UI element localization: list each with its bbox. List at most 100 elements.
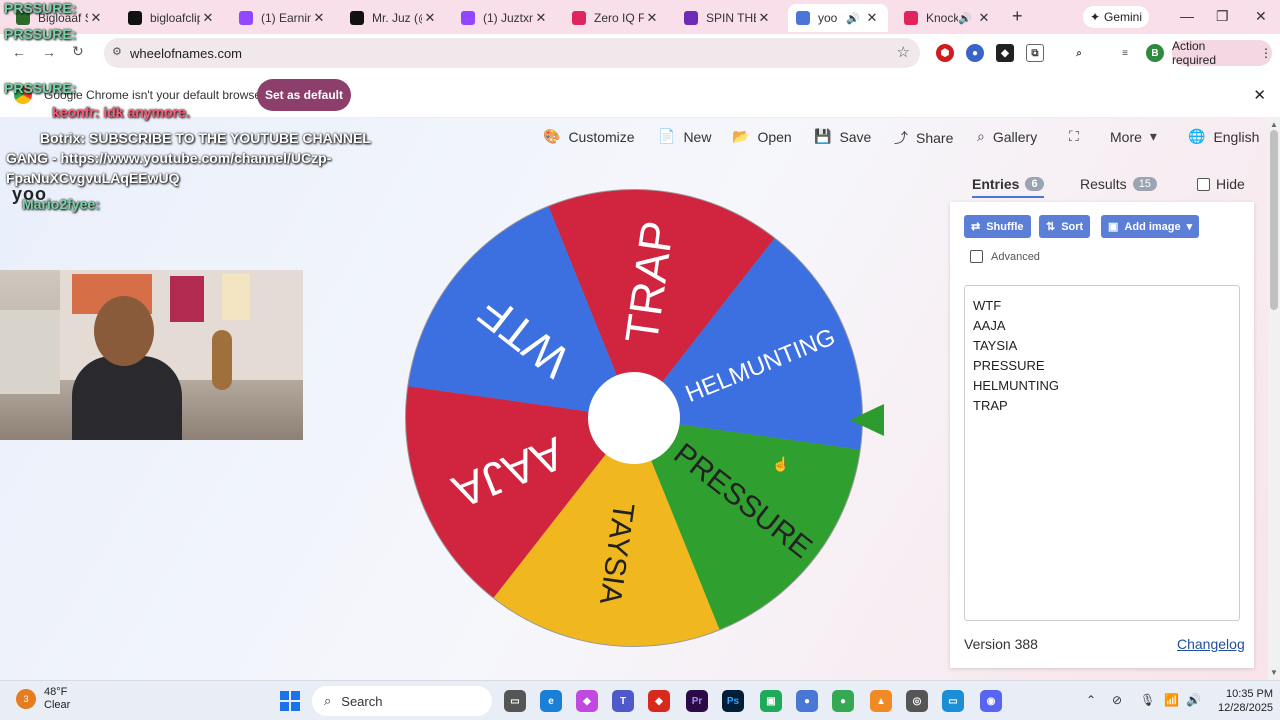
browser-tab[interactable]: yoo 🔊 ✕ bbox=[788, 4, 888, 32]
volume-icon[interactable]: 🔊 bbox=[1186, 693, 1201, 707]
start-button[interactable] bbox=[280, 691, 300, 711]
task-view-icon[interactable]: ▭ bbox=[504, 690, 526, 712]
extension-circle-icon[interactable]: ● bbox=[966, 44, 984, 62]
obs-icon[interactable]: ◎ bbox=[906, 690, 928, 712]
sort-button[interactable]: ⇅ Sort bbox=[1039, 215, 1091, 238]
red-app-icon[interactable]: ◆ bbox=[648, 690, 670, 712]
wifi-icon[interactable]: 📶 bbox=[1164, 693, 1179, 707]
tab-title: bigloafclips bbox=[150, 11, 200, 25]
browser-tab[interactable]: Knock Y🔊 ✕ bbox=[896, 4, 1000, 32]
taskbar-clock[interactable]: 10:35 PM 12/28/2025 bbox=[1218, 687, 1273, 715]
add-image-button[interactable]: ▣ Add image ▾ bbox=[1101, 215, 1200, 238]
browser-tab[interactable]: SPIN THE W✕ bbox=[676, 4, 780, 32]
taskbar-search[interactable]: ⌕ Search bbox=[312, 686, 492, 716]
tab-entries[interactable]: Entries 6 bbox=[972, 176, 1044, 198]
advanced-toggle[interactable]: Advanced bbox=[970, 250, 1040, 263]
open-button[interactable]: 📂 Open bbox=[732, 128, 792, 145]
edge-icon[interactable]: e bbox=[540, 690, 562, 712]
entries-textarea[interactable]: WTF AAJA TAYSIA PRESSURE HELMUNTING TRAP bbox=[964, 285, 1240, 621]
close-tab-icon[interactable]: ✕ bbox=[976, 10, 992, 26]
language-button[interactable]: 🌐 English bbox=[1188, 128, 1259, 145]
tab-title: (1) Earnings bbox=[261, 11, 311, 25]
close-icon[interactable]: ✕ bbox=[1253, 86, 1266, 104]
site-info-icon[interactable]: ⚙ bbox=[112, 45, 122, 58]
fullscreen-button[interactable]: ⛶ bbox=[1069, 128, 1079, 145]
gallery-button[interactable]: ⌕ Gallery bbox=[977, 128, 1037, 145]
tab-results[interactable]: Results 15 bbox=[1080, 176, 1157, 192]
customize-button[interactable]: 🎨 Customize bbox=[543, 128, 635, 145]
new-button[interactable]: 📄 New bbox=[658, 128, 711, 145]
browser-tab[interactable]: Zero IQ Fre✕ bbox=[564, 4, 668, 32]
profile-avatar[interactable]: B bbox=[1146, 44, 1164, 62]
forward-icon[interactable]: → bbox=[42, 44, 56, 60]
desktop-app-icon[interactable]: ▭ bbox=[942, 690, 964, 712]
more-button[interactable]: More ▾ bbox=[1110, 128, 1157, 145]
scroll-down-icon[interactable]: ▼ bbox=[1270, 668, 1278, 677]
set-default-button[interactable]: Set as default bbox=[257, 79, 351, 111]
teams-icon[interactable]: T bbox=[612, 690, 634, 712]
entry-line: AAJA bbox=[973, 318, 1006, 333]
premiere-icon[interactable]: Pr bbox=[686, 690, 708, 712]
close-tab-icon[interactable]: ✕ bbox=[533, 10, 549, 26]
close-tab-icon[interactable]: ✕ bbox=[422, 10, 438, 26]
scroll-up-icon[interactable]: ▲ bbox=[1270, 120, 1278, 129]
extension-adblock-icon[interactable]: ⬢ bbox=[936, 44, 954, 62]
gemini-icon: ✦ bbox=[1089, 10, 1101, 24]
browser-tab[interactable]: Mr. Juz (@m✕ bbox=[342, 4, 446, 32]
page-scrollbar[interactable]: ▲ ▼ bbox=[1268, 118, 1280, 680]
extensions-puzzle-icon[interactable]: ⧉ bbox=[1026, 44, 1044, 62]
browser-tab[interactable]: (1) Juztxn's✕ bbox=[453, 4, 557, 32]
media-controls-icon[interactable]: ≡ bbox=[1116, 44, 1134, 62]
minimize-icon[interactable]: — bbox=[1180, 8, 1194, 24]
advanced-checkbox[interactable] bbox=[970, 250, 983, 263]
bookmark-star-icon[interactable]: ☆ bbox=[897, 43, 910, 61]
tab-audio-icon[interactable]: 🔊 bbox=[958, 12, 972, 25]
tray-overflow-icon[interactable]: ⌃ bbox=[1086, 693, 1096, 707]
entries-panel: ⇄ Shuffle ⇅ Sort ▣ Add image ▾ Advanced … bbox=[950, 202, 1254, 668]
hide-label: Hide bbox=[1216, 176, 1245, 192]
close-tab-icon[interactable]: ✕ bbox=[864, 10, 880, 26]
share-button[interactable]: ⤴ Share bbox=[894, 128, 953, 148]
save-button[interactable]: 💾 Save bbox=[814, 128, 871, 145]
action-required-button[interactable]: Action required ⋮ bbox=[1172, 39, 1272, 67]
hide-toggle[interactable]: Hide bbox=[1197, 176, 1245, 192]
extension-square-icon[interactable]: ◆ bbox=[996, 44, 1014, 62]
tab-audio-icon[interactable]: 🔊 bbox=[846, 12, 860, 25]
tab-search-icon[interactable]: ⌕ bbox=[1070, 44, 1088, 62]
gemini-button[interactable]: ✦ Gemini bbox=[1083, 6, 1149, 28]
weather-widget[interactable]: 3 48°F Clear bbox=[16, 686, 70, 712]
chat-message: PRSSURE: bbox=[4, 26, 77, 42]
changelog-link[interactable]: Changelog bbox=[1177, 636, 1245, 652]
close-tab-icon[interactable]: ✕ bbox=[644, 10, 660, 26]
weather-sun-icon: 3 bbox=[16, 689, 36, 709]
copilot-icon[interactable]: ◆ bbox=[576, 690, 598, 712]
photoshop-icon[interactable]: Ps bbox=[722, 690, 744, 712]
close-window-icon[interactable]: ✕ bbox=[1255, 8, 1267, 25]
back-icon[interactable]: ← bbox=[12, 44, 26, 60]
green-app-icon[interactable]: ▣ bbox=[760, 690, 782, 712]
chrome-active-icon[interactable]: ● bbox=[796, 690, 818, 712]
chrome-icon[interactable]: ● bbox=[832, 690, 854, 712]
shuffle-button[interactable]: ⇄ Shuffle bbox=[964, 215, 1031, 238]
close-tab-icon[interactable]: ✕ bbox=[311, 10, 327, 26]
hide-checkbox[interactable] bbox=[1197, 177, 1210, 191]
wheel-center[interactable] bbox=[588, 372, 680, 464]
tab-title: yoo bbox=[818, 11, 838, 25]
microphone-icon[interactable]: 🎙 bbox=[1140, 693, 1155, 707]
spinning-wheel[interactable]: TRAPHELMUNTINGPRESSURETAYSIAAAJAWTF bbox=[404, 188, 864, 648]
close-tab-icon[interactable]: ✕ bbox=[756, 10, 772, 26]
browser-tab[interactable]: (1) Earnings✕ bbox=[231, 4, 335, 32]
kebab-menu-icon[interactable]: ⋮ bbox=[1260, 46, 1272, 60]
restore-icon[interactable]: ❐ bbox=[1216, 8, 1229, 25]
address-bar[interactable]: ⚙ wheelofnames.com ☆ bbox=[104, 38, 920, 68]
close-tab-icon[interactable]: ✕ bbox=[200, 10, 216, 26]
scroll-thumb[interactable] bbox=[1270, 130, 1278, 310]
orange-app-icon[interactable]: ▲ bbox=[870, 690, 892, 712]
discord-icon[interactable]: ◉ bbox=[980, 690, 1002, 712]
reload-icon[interactable]: ↻ bbox=[72, 43, 84, 60]
network-off-icon[interactable]: ⊘ bbox=[1112, 693, 1122, 707]
advanced-label: Advanced bbox=[991, 250, 1040, 263]
close-tab-icon[interactable]: ✕ bbox=[88, 10, 104, 26]
new-tab-button[interactable]: + bbox=[1012, 6, 1023, 27]
browser-tab[interactable]: bigloafclips✕ bbox=[120, 4, 224, 32]
